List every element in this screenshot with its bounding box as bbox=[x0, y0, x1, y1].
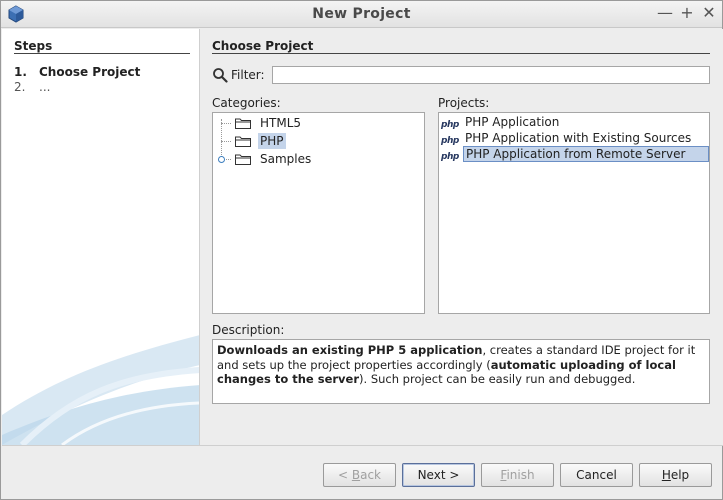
project-item-php-remote-server[interactable]: php PHP Application from Remote Server bbox=[439, 146, 709, 162]
project-label: PHP Application bbox=[465, 115, 560, 129]
new-project-dialog: New Project — + ✕ Steps 1. Choose Project… bbox=[0, 0, 723, 500]
step-label: ... bbox=[39, 80, 51, 94]
finish-button[interactable]: Finish bbox=[481, 463, 554, 487]
page-title: Choose Project bbox=[212, 39, 314, 53]
expand-toggle-icon[interactable] bbox=[218, 156, 225, 163]
description-part-4: ). Such project can be easily run and de… bbox=[359, 372, 636, 386]
tree-connector bbox=[226, 159, 231, 160]
decorative-swoosh-image bbox=[2, 335, 199, 445]
project-label: PHP Application with Existing Sources bbox=[465, 131, 692, 145]
project-label: PHP Application from Remote Server bbox=[463, 146, 709, 162]
back-button[interactable]: < Back bbox=[323, 463, 396, 487]
folder-icon bbox=[235, 154, 251, 165]
category-item-html5[interactable]: HTML5 bbox=[213, 115, 424, 131]
minimize-button[interactable]: — bbox=[656, 4, 674, 22]
folder-icon bbox=[235, 136, 251, 147]
help-button[interactable]: Help bbox=[639, 463, 712, 487]
back-button-prefix: < bbox=[337, 468, 352, 482]
description-text: Downloads an existing PHP 5 application,… bbox=[212, 339, 710, 404]
next-button[interactable]: Next > bbox=[402, 463, 475, 487]
project-item-php-existing-sources[interactable]: php PHP Application with Existing Source… bbox=[439, 130, 709, 146]
php-icon: php bbox=[441, 152, 459, 162]
category-label: HTML5 bbox=[260, 116, 302, 130]
category-label: Samples bbox=[260, 152, 312, 166]
step-item-1: 1. Choose Project bbox=[14, 65, 140, 79]
project-item-php-application[interactable]: php PHP Application bbox=[439, 114, 709, 130]
maximize-button[interactable]: + bbox=[678, 4, 696, 22]
steps-title: Steps bbox=[14, 39, 53, 53]
category-label: PHP bbox=[258, 133, 286, 149]
steps-divider bbox=[14, 53, 190, 54]
main-panel: Choose Project Filter: Categories: HTML5 bbox=[201, 29, 723, 445]
step-label: Choose Project bbox=[39, 65, 141, 79]
close-button[interactable]: ✕ bbox=[700, 4, 718, 22]
tree-connector bbox=[221, 123, 231, 124]
steps-panel: Steps 1. Choose Project 2.... bbox=[2, 29, 200, 445]
back-button-mnemonic: B bbox=[351, 468, 361, 482]
cancel-button[interactable]: Cancel bbox=[560, 463, 633, 487]
step-number: 1. bbox=[14, 65, 27, 79]
categories-tree[interactable]: HTML5 PHP Samples bbox=[212, 112, 425, 314]
search-icon bbox=[213, 68, 228, 83]
title-bar[interactable]: New Project — + ✕ bbox=[1, 1, 722, 28]
help-button-suffix: elp bbox=[670, 468, 690, 482]
button-bar-divider bbox=[2, 445, 723, 446]
category-item-samples[interactable]: Samples bbox=[213, 151, 424, 167]
filter-input[interactable] bbox=[272, 66, 710, 84]
window-title: New Project bbox=[312, 6, 411, 22]
description-bold-1: Downloads an existing PHP 5 application bbox=[217, 343, 483, 357]
projects-list[interactable]: php PHP Application php PHP Application … bbox=[438, 112, 710, 314]
folder-icon bbox=[235, 118, 251, 129]
step-item-2: 2.... bbox=[14, 80, 50, 94]
title-divider bbox=[212, 53, 710, 54]
description-label: Description: bbox=[212, 323, 285, 337]
projects-label: Projects: bbox=[438, 96, 490, 110]
step-number: 2. bbox=[14, 80, 26, 94]
filter-label: Filter: bbox=[231, 68, 265, 82]
back-button-suffix: ack bbox=[360, 468, 381, 482]
finish-button-suffix: inish bbox=[506, 468, 535, 482]
tree-connector bbox=[221, 141, 231, 142]
categories-label: Categories: bbox=[212, 96, 281, 110]
help-button-mnemonic: H bbox=[661, 468, 671, 482]
category-item-php[interactable]: PHP bbox=[213, 133, 424, 149]
